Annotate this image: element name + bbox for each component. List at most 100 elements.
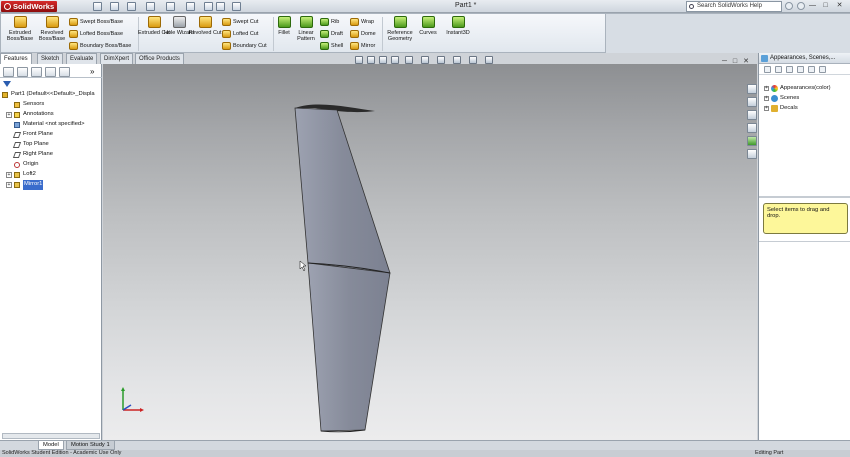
tab-model[interactable]: Model [38,441,64,450]
configuration-manager-tab-icon[interactable] [31,67,42,77]
tree-filter[interactable] [2,80,100,89]
expand-icon[interactable]: + [764,86,769,91]
new-document-icon[interactable] [93,2,102,11]
draft-button[interactable]: Draft [319,29,343,39]
linear-pattern-button[interactable]: Linear Pattern [289,16,323,42]
zoom-area-icon[interactable] [367,56,375,64]
wrap-button[interactable]: Wrap [349,17,374,27]
select-icon[interactable] [186,2,195,11]
task-pane: Appearances, Scenes,... + Appearances(co… [758,53,850,440]
revolved-boss-button[interactable]: Revolved Boss/Base [35,16,69,42]
help-search-input[interactable]: Search SolidWorks Help [686,1,782,12]
rib-button[interactable]: Rib [319,17,339,27]
lofted-boss-icon [69,30,78,38]
lower-wing-surface[interactable] [307,262,391,432]
tab-sketch[interactable]: Sketch [37,53,64,64]
boundary-cut-button[interactable]: Boundary Cut [221,41,267,51]
customize-icon[interactable] [232,2,241,11]
pin-icon[interactable] [819,66,826,73]
back-icon[interactable] [764,66,771,73]
rebuild-icon[interactable] [204,2,213,11]
lofted-boss-button[interactable]: Lofted Boss/Base [68,29,123,39]
model-view[interactable] [103,64,757,440]
dimxpert-manager-tab-icon[interactable] [45,67,56,77]
apply-scene-icon[interactable] [469,56,477,64]
curves-button[interactable]: Curves [411,16,445,36]
tab-office-products[interactable]: Office Products [135,53,184,64]
lofted-cut-button[interactable]: Lofted Cut [221,29,258,39]
boundary-cut-icon [222,42,231,50]
expand-icon[interactable]: + [764,96,769,101]
refresh-icon[interactable] [808,66,815,73]
view-orientation-icon[interactable] [405,56,413,64]
undo-icon[interactable] [166,2,175,11]
home-icon[interactable] [786,66,793,73]
section-view-icon[interactable] [391,56,399,64]
feature-manager-panel: » Part1 (Default<<Default>_Displa Sensor… [0,64,102,440]
viewport-restore-icon[interactable]: □ [733,58,737,65]
hide-show-items-icon[interactable] [437,56,445,64]
save-icon[interactable] [127,2,136,11]
feature-manager-tab-icon[interactable] [3,67,14,77]
print-icon[interactable] [146,2,155,11]
tab-evaluate[interactable]: Evaluate [66,53,98,64]
upper-wing-surface[interactable] [294,107,391,274]
material-icon [14,122,20,128]
draft-icon [320,30,329,38]
forward-icon[interactable] [775,66,782,73]
extruded-boss-button[interactable]: Extruded Boss/Base [3,16,37,42]
expand-icon[interactable]: + [6,112,12,118]
tab-motion-study[interactable]: Motion Study 1 [66,441,115,450]
task-pane-toolbar [759,64,850,75]
custom-properties-icon[interactable] [747,149,757,159]
triad-x-arrow [140,408,144,412]
zoom-to-fit-icon[interactable] [355,56,363,64]
collapse-arrows-icon[interactable]: » [90,67,94,76]
expand-icon[interactable]: + [6,172,12,178]
display-style-icon[interactable] [421,56,429,64]
file-explorer-icon[interactable] [747,110,757,120]
swept-cut-button[interactable]: Swept Cut [221,17,258,27]
graphics-area[interactable] [103,64,757,440]
dome-button[interactable]: Dome [349,29,376,39]
logo-icon [4,3,11,10]
edit-appearance-icon[interactable] [453,56,461,64]
view-settings-icon[interactable] [485,56,493,64]
design-library-icon[interactable] [747,97,757,107]
display-manager-tab-icon[interactable] [59,67,70,77]
expand-icon[interactable]: + [6,182,12,188]
minimize-button[interactable]: — [808,2,817,11]
swept-boss-button[interactable]: Swept Boss/Base [68,17,123,27]
viewport-close-icon[interactable]: ✕ [743,58,749,65]
boundary-boss-button[interactable]: Boundary Boss/Base [68,41,131,51]
viewport-minimize-icon[interactable]: ─ [722,58,727,65]
drag-drop-hint: Select items to drag and drop. [763,203,848,234]
expand-icon[interactable]: + [764,106,769,111]
revolved-cut-button[interactable]: Revolved Cut [188,16,222,36]
appearances-scenes-icon[interactable] [747,136,757,146]
options-icon[interactable] [216,2,225,11]
tab-features[interactable]: Features [0,53,32,64]
rib-icon [320,18,329,26]
help-go-icon[interactable] [785,2,793,10]
lofted-boss-label: Lofted Boss/Base [80,31,124,37]
solidworks-resources-icon[interactable] [747,84,757,94]
previous-view-icon[interactable] [379,56,387,64]
shell-button[interactable]: Shell [319,41,343,51]
close-button[interactable]: ✕ [835,2,844,11]
solidworks-logo[interactable]: SolidWorks [1,1,58,12]
open-icon[interactable] [110,2,119,11]
property-manager-tab-icon[interactable] [17,67,28,77]
status-mode-text: Editing Part [755,450,784,456]
tab-dimxpert[interactable]: DimXpert [100,53,134,64]
instant3d-button[interactable]: Instant3D [441,16,475,36]
mirror-button[interactable]: Mirror [349,41,375,51]
maximize-button[interactable]: □ [821,2,830,11]
lofted-cut-label: Lofted Cut [233,31,259,37]
task-pane-divider[interactable] [759,196,850,198]
view-palette-icon[interactable] [747,123,757,133]
help-menu-icon[interactable] [797,2,805,10]
add-folder-icon[interactable] [797,66,804,73]
horizontal-scrollbar[interactable] [2,433,100,439]
task-item-label: Appearances(color) [780,85,831,91]
